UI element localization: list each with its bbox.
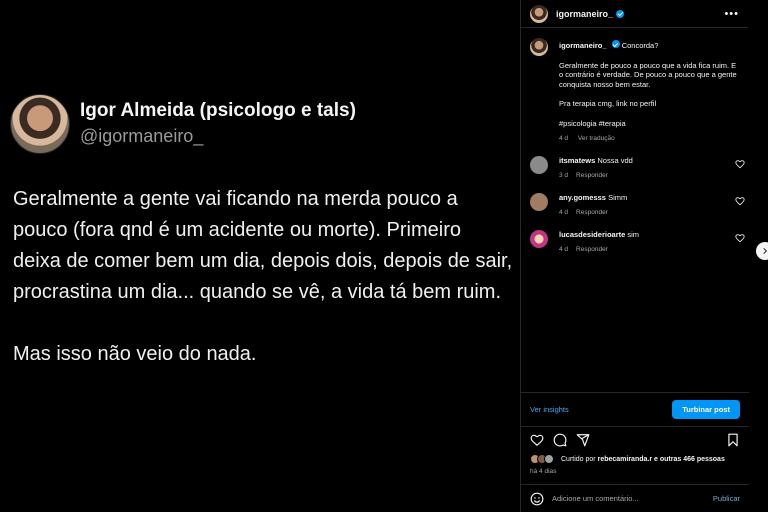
like-heart-icon[interactable] [530, 433, 544, 447]
comment-username[interactable]: itsmatews [559, 156, 595, 165]
comment-avatar[interactable] [530, 193, 548, 211]
caption-line-2: Geralmente de pouco a pouco que a vida f… [559, 60, 737, 89]
likes-summary: Curtido por rebecamiranda.r e outras 466… [530, 454, 725, 464]
bookmark-icon[interactable] [726, 433, 740, 447]
comment-item: itsmatews Nossa vdd 3 d Responder [530, 156, 745, 180]
comment-time: 3 d [559, 171, 569, 179]
tweet-paragraph-1: Geralmente a gente vai ficando na merda … [13, 188, 513, 303]
action-bar [521, 426, 749, 452]
next-post-button[interactable] [756, 242, 768, 260]
comment-avatar[interactable] [530, 156, 548, 174]
tweet-avatar [10, 94, 70, 154]
comment-body: itsmatews Nossa vdd 3 d Responder [559, 156, 735, 180]
tweet-display-name: Igor Almeida (psicologo e tals) [80, 100, 356, 121]
chevron-right-icon [763, 247, 768, 255]
add-comment-bar: Adicione um comentário... Publicar [521, 484, 749, 512]
liker-avatars [530, 454, 554, 464]
caption-hashtags[interactable]: #psicologia #terapia [559, 119, 740, 129]
caption-body: igormaneiro_ Concorda? Geralmente de pou… [559, 38, 740, 144]
caption-first-line: Concorda? [621, 41, 659, 50]
heart-icon[interactable] [735, 233, 745, 243]
comment-username[interactable]: any.gomesss [559, 193, 606, 202]
reply-link[interactable]: Responder [576, 209, 608, 216]
share-icon[interactable] [576, 433, 590, 447]
verified-badge-icon [611, 40, 620, 48]
tweet-names: Igor Almeida (psicologo e tals) @igorman… [80, 99, 356, 149]
tweet-header: Igor Almeida (psicologo e tals) @igorman… [10, 94, 356, 154]
liked-by-user[interactable]: rebecamiranda.r [598, 456, 652, 463]
post-time: há 4 dias [530, 468, 557, 475]
caption-avatar[interactable] [530, 38, 548, 56]
comment-text: Simm [608, 193, 628, 202]
comment-username[interactable]: lucasdesiderioarte [559, 230, 625, 239]
comment-item: lucasdesiderioarte sim 4 d Responder [530, 230, 745, 254]
author-username[interactable]: igormaneiro_ [556, 9, 613, 19]
comment-text: Nossa vdd [597, 156, 633, 165]
comment-time: 4 d [559, 245, 569, 253]
comment-body: any.gomesss Simm 4 d Responder [559, 193, 735, 217]
more-horizontal-icon[interactable]: ••• [724, 8, 739, 20]
insights-row: Ver insights Turbinar post [521, 392, 749, 426]
comment-input[interactable]: Adicione um comentário... [552, 494, 639, 503]
caption-line-3: Pra terapia cmg, link no perfil [559, 99, 657, 108]
reply-link[interactable]: Responder [576, 246, 608, 253]
caption-time: 4 d [559, 135, 569, 142]
verified-badge-icon [616, 9, 625, 18]
comment-avatar[interactable] [530, 230, 548, 248]
see-translation-link[interactable]: Ver tradução [578, 135, 615, 142]
caption-meta: 4 d Ver tradução [559, 134, 740, 144]
reply-link[interactable]: Responder [576, 172, 608, 179]
comment-time: 4 d [559, 208, 569, 216]
heart-icon[interactable] [735, 159, 745, 169]
tweet-handle: @igormaneiro_ [80, 126, 204, 146]
tweet-text: Geralmente a gente vai ficando na merda … [13, 184, 513, 370]
liked-by-prefix: Curtido por [561, 455, 596, 463]
heart-icon[interactable] [735, 196, 745, 206]
author-avatar[interactable] [530, 4, 548, 23]
publish-button[interactable]: Publicar [713, 494, 740, 503]
caption-username[interactable]: igormaneiro_ [559, 41, 607, 50]
comment-text: sim [627, 230, 640, 239]
tweet-paragraph-2: Mas isso não veio do nada. [13, 343, 257, 365]
post-image: Igor Almeida (psicologo e tals) @igorman… [0, 0, 520, 512]
post-header: igormaneiro_ ••• [521, 0, 748, 28]
emoji-icon[interactable] [530, 492, 544, 506]
comment-body: lucasdesiderioarte sim 4 d Responder [559, 230, 735, 254]
liker-avatar [544, 454, 554, 464]
comment-item: any.gomesss Simm 4 d Responder [530, 193, 745, 217]
author-username-wrap: igormaneiro_ [556, 9, 625, 19]
boost-post-button[interactable]: Turbinar post [672, 400, 740, 419]
post-sidebar: igormaneiro_ ••• igormaneiro_ Concorda? … [520, 0, 749, 512]
comment-icon[interactable] [553, 433, 567, 447]
view-insights-link[interactable]: Ver insights [530, 405, 569, 414]
post-caption: igormaneiro_ Concorda? Geralmente de pou… [530, 38, 740, 144]
liked-by-others[interactable]: e outras 466 pessoas [654, 456, 725, 463]
